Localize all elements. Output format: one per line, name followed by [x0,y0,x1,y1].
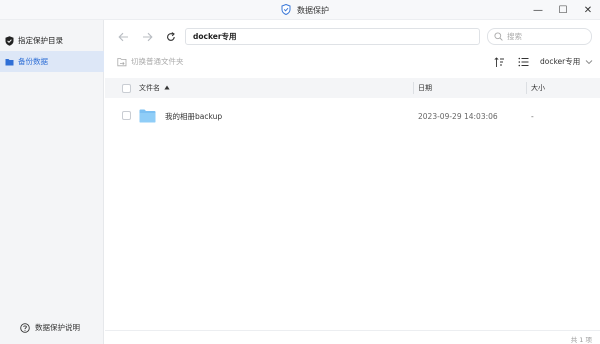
sort-asc-icon [164,84,170,92]
search-input[interactable]: 搜索 [487,28,592,45]
title-bar: 数据保护 — ☐ ✕ [0,0,600,20]
path-field[interactable]: docker专用 [185,28,480,45]
sort-icon [493,56,504,67]
window-title-group: 数据保护 [281,3,329,17]
sidebar-item-backup-data[interactable]: 备份数据 [0,51,104,72]
footer-divider [105,330,600,331]
sidebar-item-label: 备份数据 [18,57,48,66]
search-placeholder: 搜索 [507,32,522,41]
sidebar: 指定保护目录 备份数据 数据保护说明 [0,20,104,344]
shield-check-icon [4,35,14,46]
table-header: 文件名 日期 大小 [105,78,600,98]
maximize-button[interactable]: ☐ [555,2,571,18]
minimize-button[interactable]: — [530,2,546,18]
column-header-name[interactable]: 文件名 [139,78,170,98]
folder-icon [4,57,14,67]
column-header-date-label: 日期 [418,84,432,92]
drive-select[interactable]: docker专用 [540,56,593,67]
sidebar-item-label: 指定保护目录 [18,36,63,45]
row-folder-icon-cell [139,106,156,126]
drive-select-value: docker专用 [540,57,581,66]
column-header-size[interactable]: 大小 [531,78,545,98]
back-button[interactable] [116,30,130,44]
item-count: 共 1 项 [570,336,592,344]
column-header-date[interactable]: 日期 [418,78,432,98]
sort-button[interactable] [493,56,505,68]
window-title: 数据保护 [297,6,329,15]
column-divider[interactable] [413,82,414,94]
column-header-name-label: 文件名 [139,84,160,92]
row-date: 2023-09-29 14:03:06 [418,111,498,121]
refresh-icon [167,32,175,41]
forward-button[interactable] [140,30,154,44]
arrow-right-icon [142,32,153,42]
column-divider[interactable] [526,82,527,94]
row-size: - [531,111,534,121]
list-view-icon [518,57,528,67]
folder-icon [139,109,156,123]
chevron-down-icon [585,58,593,66]
sidebar-item-protected-dirs[interactable]: 指定保护目录 [0,30,104,51]
row-name[interactable]: 我的相册backup [165,106,222,126]
table-row[interactable]: 我的相册backup 2023-09-29 14:03:06 - [105,106,600,126]
list-view-button[interactable] [517,56,529,68]
close-button[interactable]: ✕ [580,2,596,18]
help-label: 数据保护说明 [35,323,80,332]
question-circle-icon [20,322,30,333]
refresh-button[interactable] [164,30,178,44]
switch-folder-button[interactable]: 切换普通文件夹 [117,56,184,67]
select-all-checkbox[interactable] [122,84,131,93]
search-icon [494,32,503,41]
help-link[interactable]: 数据保护说明 [20,322,80,333]
row-checkbox[interactable] [122,111,131,120]
switch-folder-icon [117,57,127,67]
switch-folder-label: 切换普通文件夹 [131,57,184,66]
column-header-size-label: 大小 [531,84,545,92]
arrow-left-icon [117,32,128,42]
shield-app-icon [281,3,291,17]
